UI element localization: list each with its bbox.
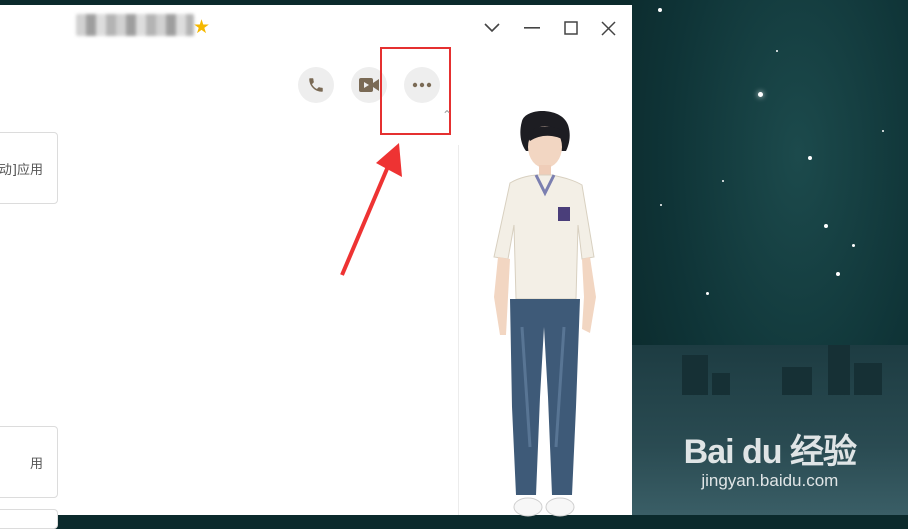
- panel-divider: [458, 145, 459, 515]
- sky-star: [776, 50, 778, 52]
- app-card[interactable]: 动]应用: [0, 132, 58, 204]
- app-card[interactable]: [0, 509, 58, 529]
- chevron-down-icon[interactable]: [481, 17, 503, 39]
- minimize-button[interactable]: [521, 17, 543, 39]
- maximize-button[interactable]: [560, 17, 582, 39]
- phone-icon: [309, 78, 323, 92]
- sky-star: [808, 156, 812, 160]
- sky-star: [824, 224, 828, 228]
- favorite-star-icon[interactable]: ★: [193, 18, 210, 37]
- watermark-logo: Bai du 经验: [683, 433, 857, 471]
- desktop-background: Bai du 经验 jingyan.baidu.com: [632, 0, 908, 515]
- app-card[interactable]: 用: [0, 426, 58, 498]
- sky-star: [852, 244, 855, 247]
- collapse-caret-icon[interactable]: ⌃: [442, 108, 452, 122]
- sky-star: [758, 92, 763, 97]
- sky-star: [660, 204, 662, 206]
- baidu-jingyan-watermark: Bai du 经验 jingyan.baidu.com: [683, 424, 857, 491]
- title-bar: ★: [0, 5, 632, 51]
- close-button[interactable]: [597, 17, 619, 39]
- sky-star: [836, 272, 840, 276]
- voice-call-button[interactable]: [298, 67, 334, 103]
- chat-window: ★ ⌃ 动]应用 用: [0, 5, 632, 529]
- watermark-url: jingyan.baidu.com: [701, 471, 839, 490]
- contact-name-blurred: [76, 14, 194, 36]
- sky-star: [882, 130, 884, 132]
- video-icon: [359, 78, 379, 92]
- avatar-figure: [486, 107, 602, 520]
- sky-star: [658, 8, 662, 12]
- app-card-label: 用: [29, 456, 43, 472]
- app-card-label: 动]应用: [0, 162, 43, 178]
- annotation-highlight-box: [380, 47, 451, 135]
- sky-star: [706, 292, 709, 295]
- sky-star: [722, 180, 724, 182]
